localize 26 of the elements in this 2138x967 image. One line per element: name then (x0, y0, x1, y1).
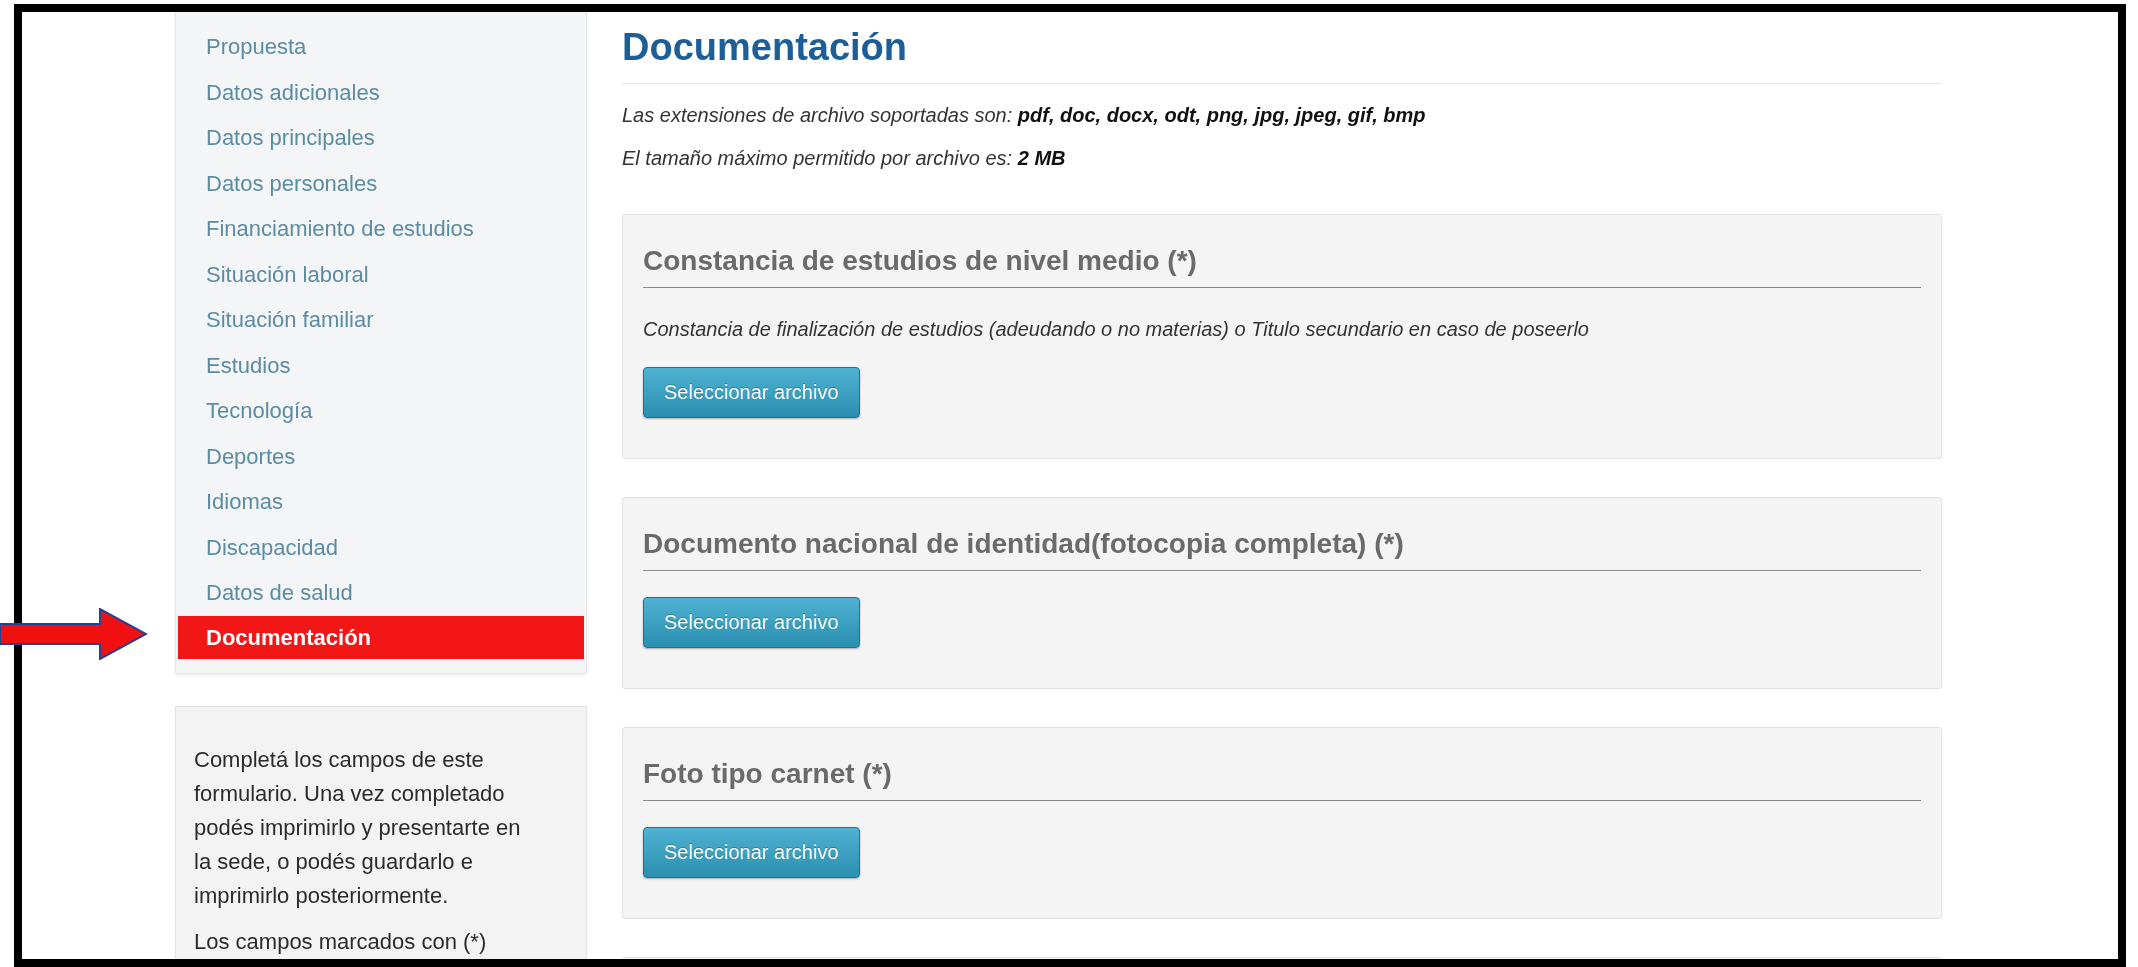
sidebar-item[interactable]: Discapacidad (178, 524, 584, 570)
sidebar-item[interactable]: Propuesta (178, 24, 584, 70)
sidebar-item[interactable]: Financiamiento de estudios (178, 206, 584, 252)
sidebar-item[interactable]: Deportes (178, 433, 584, 479)
select-file-button[interactable]: Seleccionar archivo (643, 367, 860, 418)
section-title: Documento nacional de identidad(fotocopia completa) (*) (643, 520, 1921, 571)
page-title: Documentación (622, 26, 1942, 84)
section-description: Constancia de finalización de estudios (adeudando o no materias) o Titulo secundario en caso de poseerlo (643, 318, 1590, 341)
select-file-button[interactable]: Seleccionar archivo (643, 827, 860, 878)
sidebar-item[interactable]: Datos de salud (178, 570, 584, 616)
sidebar-item[interactable]: Estudios (178, 342, 584, 388)
sidebar-item[interactable]: Tecnología (178, 388, 584, 434)
info-note: El tamaño máximo permitido por archivo es: 2 MB (622, 147, 1067, 170)
section-title: Foto tipo carnet (*) (643, 750, 1921, 801)
sidebar-item[interactable]: Idiomas (178, 479, 584, 525)
sidebar-item[interactable]: Situación laboral (178, 251, 584, 297)
sidebar-item[interactable]: Datos principales (178, 115, 584, 161)
select-file-button[interactable]: Seleccionar archivo (643, 597, 860, 648)
sidebar-item[interactable]: Datos adicionales (178, 69, 584, 115)
sidebar-item[interactable]: Situación familiar (178, 297, 584, 343)
sidebar-item[interactable]: Documentación (178, 615, 584, 659)
sidebar-item[interactable]: Datos personales (178, 160, 584, 206)
section-title: Constancia de estudios de nivel medio (*) (643, 237, 1921, 288)
info-text: Completá los campos de este formulario. Una vez completado podés imprimirlo y presentarte en la sede, o podés guardarlo e imprimirlo posteriormente. (194, 745, 522, 910)
info-text: Los campos marcados con (*) (194, 927, 488, 956)
info-note: Las extensiones de archivo soportadas son: pdf, doc, docx, odt, png, jpg, jpeg, gif, bmp (622, 104, 1427, 127)
